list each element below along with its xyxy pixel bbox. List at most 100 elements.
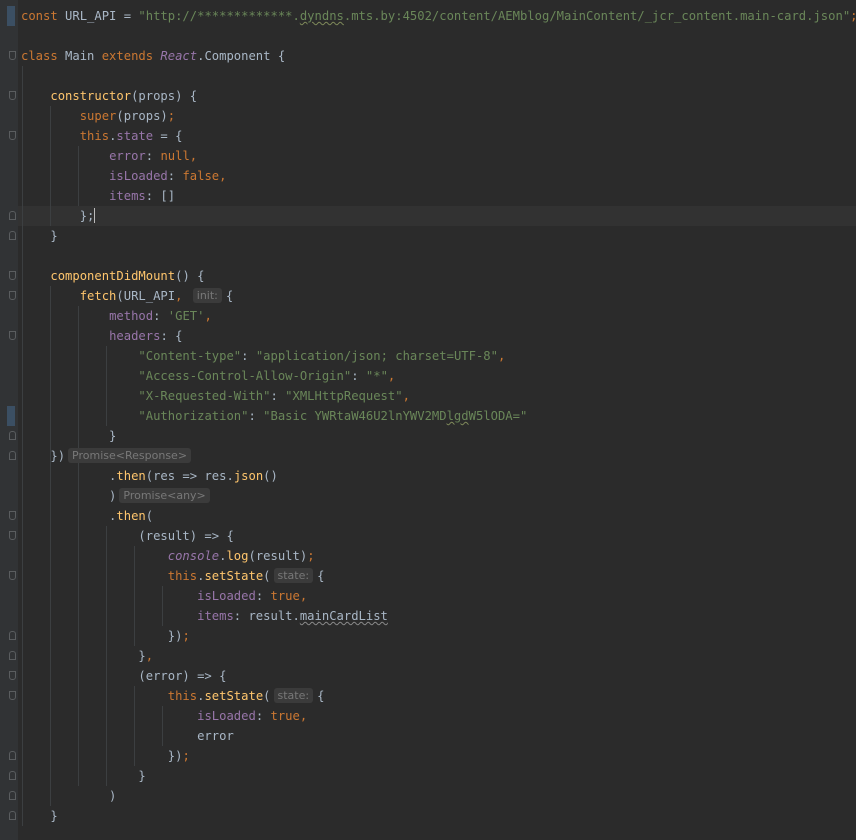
code-line[interactable]: }, bbox=[21, 646, 153, 666]
code-token: } bbox=[21, 769, 146, 783]
fold-icon[interactable] bbox=[9, 231, 16, 240]
fold-icon[interactable] bbox=[9, 431, 16, 440]
code-line[interactable]: ) Promise<any> bbox=[21, 486, 214, 506]
code-token: , bbox=[402, 389, 410, 403]
code-line[interactable]: console.log(result); bbox=[21, 546, 315, 566]
fold-icon[interactable] bbox=[9, 271, 16, 280]
code-token: null bbox=[160, 149, 190, 163]
code-line[interactable]: .then( bbox=[21, 506, 153, 526]
code-token: headers bbox=[109, 329, 161, 343]
code-line[interactable]: }) Promise<Response> bbox=[21, 446, 195, 466]
code-token: : bbox=[255, 709, 271, 723]
code-token: ( bbox=[145, 509, 154, 523]
fold-icon[interactable] bbox=[9, 91, 16, 100]
code-token: ; bbox=[182, 749, 190, 763]
code-line[interactable]: isLoaded: true, bbox=[21, 586, 307, 606]
code-line[interactable]: } bbox=[21, 806, 57, 826]
parameter-hint: init: bbox=[192, 288, 222, 303]
code-line[interactable]: ) bbox=[21, 786, 116, 806]
code-line[interactable]: headers: { bbox=[21, 326, 182, 346]
code-token: json bbox=[233, 469, 264, 483]
code-line[interactable]: this.state = { bbox=[21, 126, 183, 146]
code-line[interactable]: }); bbox=[21, 746, 190, 766]
fold-icon[interactable] bbox=[9, 331, 16, 340]
code-line[interactable]: }; bbox=[21, 206, 96, 226]
code-line[interactable]: .then(res => res.json() bbox=[21, 466, 278, 486]
code-line[interactable]: method: 'GET', bbox=[21, 306, 212, 326]
fold-icon[interactable] bbox=[9, 571, 16, 580]
code-line[interactable]: } bbox=[21, 226, 57, 246]
code-line[interactable]: }); bbox=[21, 626, 190, 646]
parameter-hint: state: bbox=[273, 688, 314, 703]
fold-icon[interactable] bbox=[9, 51, 16, 60]
code-token: Main bbox=[65, 49, 102, 63]
fold-icon[interactable] bbox=[9, 751, 16, 760]
code-line[interactable]: const URL_API = "http://*************.dy… bbox=[21, 6, 856, 26]
fold-icon[interactable] bbox=[9, 131, 16, 140]
code-token: true bbox=[270, 589, 300, 603]
code-line[interactable]: "Content-type": "application/json; chars… bbox=[21, 346, 505, 366]
fold-icon[interactable] bbox=[9, 651, 16, 660]
code-token: "XMLHttpRequest" bbox=[285, 389, 403, 403]
code-line[interactable]: "Access-Control-Allow-Origin": "*", bbox=[21, 366, 395, 386]
code-token: mainCardList bbox=[299, 609, 388, 623]
vcs-change-marker[interactable] bbox=[7, 406, 15, 426]
code-token: () { bbox=[175, 269, 205, 283]
code-token: . bbox=[21, 469, 117, 483]
code-token: isLoaded bbox=[197, 589, 256, 603]
fold-icon[interactable] bbox=[9, 771, 16, 780]
fold-icon[interactable] bbox=[9, 811, 16, 820]
code-token: this bbox=[79, 129, 110, 143]
code-token: ; bbox=[307, 549, 315, 563]
code-line[interactable]: isLoaded: false, bbox=[21, 166, 226, 186]
code-token: }) bbox=[21, 629, 183, 643]
code-line[interactable]: } bbox=[21, 426, 116, 446]
code-line[interactable]: super(props); bbox=[21, 106, 175, 126]
fold-icon[interactable] bbox=[9, 451, 16, 460]
code-line[interactable]: items: [] bbox=[21, 186, 175, 206]
fold-icon[interactable] bbox=[9, 531, 16, 540]
fold-icon[interactable] bbox=[9, 511, 16, 520]
code-token: (error) => { bbox=[21, 669, 227, 683]
code-editor[interactable]: const URL_API = "http://*************.dy… bbox=[0, 0, 856, 840]
code-token: log bbox=[226, 549, 249, 563]
code-token: .Component { bbox=[197, 49, 286, 63]
code-line[interactable]: error bbox=[21, 726, 234, 746]
parameter-hint: state: bbox=[273, 568, 314, 583]
fold-icon[interactable] bbox=[9, 691, 16, 700]
fold-icon[interactable] bbox=[9, 211, 16, 220]
code-line[interactable]: } bbox=[21, 766, 146, 786]
code-line[interactable]: "X-Requested-With": "XMLHttpRequest", bbox=[21, 386, 410, 406]
code-line[interactable]: fetch(URL_API, init:{ bbox=[21, 286, 233, 306]
code-token: fetch bbox=[79, 289, 117, 303]
code-line[interactable]: class Main extends React.Component { bbox=[21, 46, 285, 66]
fold-icon[interactable] bbox=[9, 791, 16, 800]
code-token: (URL_API bbox=[116, 289, 176, 303]
code-line[interactable]: isLoaded: true, bbox=[21, 706, 307, 726]
code-line[interactable]: this.setState(state:{ bbox=[21, 686, 324, 706]
code-token: (props) { bbox=[131, 89, 198, 103]
code-token: : result. bbox=[233, 609, 300, 623]
code-line[interactable]: componentDidMount() { bbox=[21, 266, 204, 286]
code-line[interactable]: items: result.mainCardList bbox=[21, 606, 388, 626]
code-token: (result) => { bbox=[21, 529, 234, 543]
code-token: 'GET' bbox=[167, 309, 205, 323]
code-line[interactable]: this.setState(state:{ bbox=[21, 566, 324, 586]
fold-icon[interactable] bbox=[9, 631, 16, 640]
code-line[interactable]: constructor(props) { bbox=[21, 86, 197, 106]
fold-icon[interactable] bbox=[9, 671, 16, 680]
code-line[interactable]: (result) => { bbox=[21, 526, 234, 546]
code-token: then bbox=[116, 509, 146, 523]
vcs-change-marker[interactable] bbox=[7, 6, 15, 26]
code-token: ; bbox=[167, 109, 176, 123]
code-line[interactable]: "Authorization": "Basic YWRtaW46U2lnYWV2… bbox=[21, 406, 527, 426]
fold-icon[interactable] bbox=[9, 291, 16, 300]
code-token: ) bbox=[21, 789, 117, 803]
code-line[interactable]: error: null, bbox=[21, 146, 197, 166]
code-line[interactable]: (error) => { bbox=[21, 666, 226, 686]
